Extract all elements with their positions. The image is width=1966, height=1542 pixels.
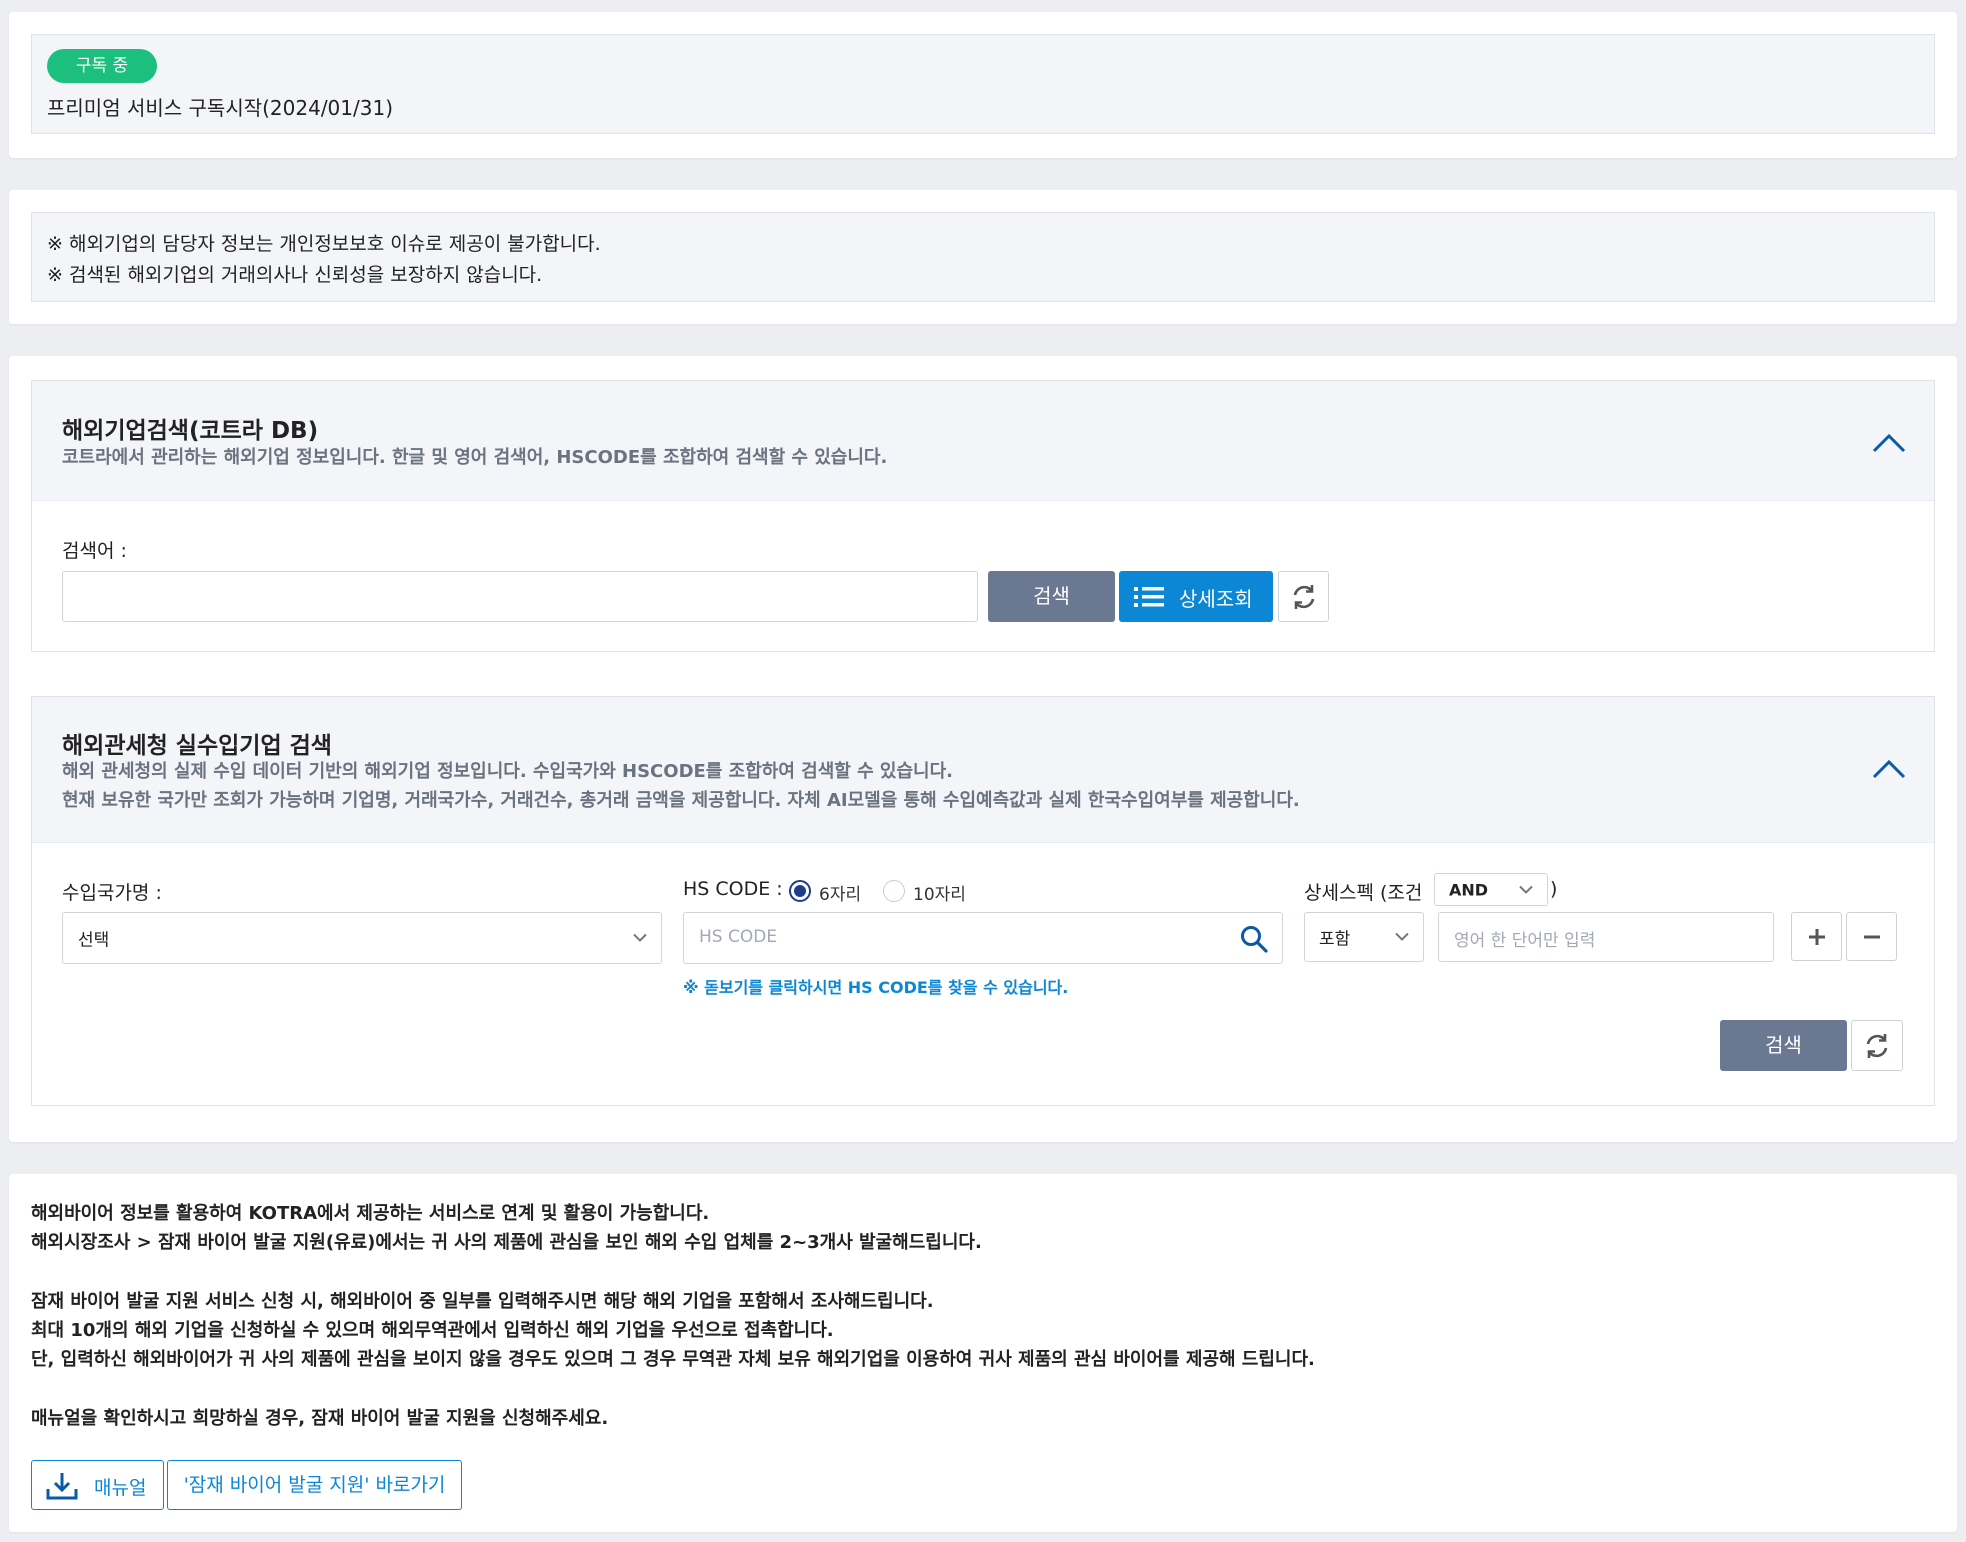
kotra-search-header[interactable]: 해외기업검색(코트라 DB) 코트라에서 관리하는 해외기업 정보입니다. 한글… (32, 381, 1934, 501)
chevron-up-icon[interactable] (1872, 433, 1906, 453)
subscription-status: 프리미엄 서비스 구독시작(2024/01/31) (47, 96, 393, 120)
kotra-search-button[interactable]: 검색 (988, 571, 1115, 622)
manual-download-button[interactable]: 매뉴얼 (31, 1460, 164, 1510)
kotra-search-title: 해외기업검색(코트라 DB) (62, 418, 319, 444)
country-select-value: 선택 (78, 930, 110, 951)
kotra-reset-button[interactable] (1278, 571, 1329, 622)
spec-match-value: 포함 (1319, 929, 1351, 950)
manual-download-label: 매뉴얼 (94, 1477, 147, 1499)
customs-search-description-1: 해외 관세청의 실제 수입 데이터 기반의 해외기업 정보입니다. 수입국가와 … (62, 761, 953, 782)
customs-search-panel: 해외관세청 실수입기업 검색 해외 관세청의 실제 수입 데이터 기반의 해외기… (31, 696, 1935, 1106)
list-icon (1134, 587, 1164, 607)
detail-search-button[interactable]: 상세조회 (1119, 571, 1273, 622)
kotra-search-panel: 해외기업검색(코트라 DB) 코트라에서 관리하는 해외기업 정보입니다. 한글… (31, 380, 1935, 652)
info-line: 해외시장조사 > 잠재 바이어 발굴 지원(유료)에서는 귀 사의 제품에 관심… (31, 1232, 982, 1253)
refresh-icon (1866, 1033, 1888, 1058)
hscode-input[interactable]: HS CODE (683, 912, 1283, 964)
customs-search-description-2: 현재 보유한 국가만 조회가 가능하며 기업명, 거래국가수, 거래건수, 총거… (62, 790, 1300, 811)
minus-icon (1863, 935, 1880, 938)
search-card: 해외기업검색(코트라 DB) 코트라에서 관리하는 해외기업 정보입니다. 한글… (9, 356, 1957, 1142)
info-line: 잠재 바이어 발굴 지원 서비스 신청 시, 해외바이어 중 일부를 입력해주시… (31, 1291, 934, 1312)
notice-box: ※ 해외기업의 담당자 정보는 개인정보보호 이슈로 제공이 불가합니다. ※ … (31, 212, 1935, 302)
spec-condition-select[interactable]: AND (1434, 873, 1548, 906)
buyer-discovery-link-button[interactable]: '잠재 바이어 발굴 지원' 바로가기 (167, 1460, 462, 1510)
keyword-label: 검색어 : (62, 540, 127, 562)
chevron-up-icon[interactable] (1872, 759, 1906, 779)
info-line: 매뉴얼을 확인하시고 희망하실 경우, 잠재 바이어 발굴 지원을 신청해주세요… (31, 1408, 609, 1429)
customs-search-button[interactable]: 검색 (1720, 1020, 1847, 1071)
hscode-hint: ※ 돋보기를 클릭하시면 HS CODE를 찾을 수 있습니다. (683, 978, 1069, 997)
subscription-badge: 구독 중 (47, 49, 157, 83)
customs-search-title: 해외관세청 실수입기업 검색 (62, 733, 332, 759)
hscode-placeholder: HS CODE (699, 927, 778, 947)
chevron-down-icon (1519, 885, 1533, 894)
notice-card: ※ 해외기업의 담당자 정보는 개인정보보호 이슈로 제공이 불가합니다. ※ … (9, 190, 1957, 324)
add-spec-button[interactable] (1791, 912, 1842, 961)
info-line: 해외바이어 정보를 활용하여 KOTRA에서 제공하는 서비스로 연계 및 활용… (31, 1203, 710, 1224)
subscription-card: 구독 중 프리미엄 서비스 구독시작(2024/01/31) (9, 12, 1957, 158)
info-line: 단, 입력하신 해외바이어가 귀 사의 제품에 관심을 보이지 않을 경우도 있… (31, 1349, 1315, 1370)
chevron-down-icon (1395, 932, 1409, 941)
info-card: 해외바이어 정보를 활용하여 KOTRA에서 제공하는 서비스로 연계 및 활용… (9, 1174, 1957, 1532)
hscode-10digit-radio[interactable] (883, 880, 905, 902)
refresh-icon (1293, 584, 1314, 609)
search-icon[interactable] (1240, 925, 1268, 953)
hscode-10digit-label: 10자리 (913, 885, 966, 905)
spec-label-suffix: ) (1550, 878, 1558, 900)
kotra-search-description: 코트라에서 관리하는 해외기업 정보입니다. 한글 및 영어 검색어, HSCO… (62, 447, 888, 468)
notice-line: ※ 검색된 해외기업의 거래의사나 신뢰성을 보장하지 않습니다. (47, 264, 543, 286)
spec-match-select[interactable]: 포함 (1304, 912, 1424, 962)
download-icon (46, 1473, 78, 1500)
subscription-box: 구독 중 프리미엄 서비스 구독시작(2024/01/31) (31, 34, 1935, 134)
notice-line: ※ 해외기업의 담당자 정보는 개인정보보호 이슈로 제공이 불가합니다. (47, 233, 601, 255)
detail-search-label: 상세조회 (1179, 587, 1253, 611)
spec-label-prefix: 상세스펙 (조건 (1304, 882, 1423, 904)
spec-keyword-placeholder: 영어 한 단어만 입력 (1454, 931, 1596, 951)
hscode-6digit-radio[interactable] (789, 880, 811, 902)
chevron-down-icon (633, 933, 647, 942)
spec-keyword-input[interactable]: 영어 한 단어만 입력 (1438, 912, 1774, 962)
plus-icon (1808, 928, 1825, 945)
keyword-input[interactable] (62, 571, 978, 622)
remove-spec-button[interactable] (1846, 912, 1897, 961)
customs-search-header[interactable]: 해외관세청 실수입기업 검색 해외 관세청의 실제 수입 데이터 기반의 해외기… (32, 697, 1934, 843)
customs-reset-button[interactable] (1851, 1020, 1903, 1071)
hscode-6digit-label: 6자리 (819, 885, 862, 905)
info-line: 최대 10개의 해외 기업을 신청하실 수 있으며 해외무역관에서 입력하신 해… (31, 1320, 834, 1341)
spec-condition-value: AND (1449, 880, 1489, 899)
hscode-label: HS CODE : (683, 878, 783, 900)
country-label: 수입국가명 : (62, 882, 162, 904)
country-select[interactable]: 선택 (62, 912, 662, 964)
